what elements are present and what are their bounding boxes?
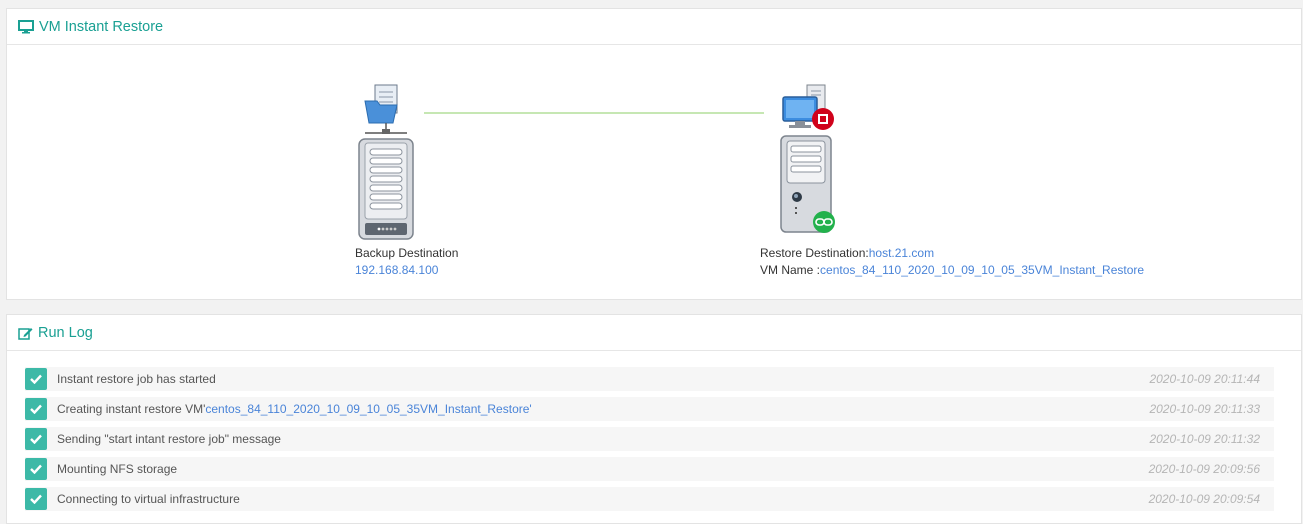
log-list: Instant restore job has started 2020-10-… bbox=[7, 351, 1301, 511]
edit-icon bbox=[18, 327, 33, 340]
log-entry: Mounting NFS storage 2020-10-09 20:09:56 bbox=[25, 457, 1274, 481]
check-icon bbox=[25, 428, 47, 450]
check-icon bbox=[25, 368, 47, 390]
log-message: Sending "start intant restore job" messa… bbox=[57, 432, 281, 446]
log-message: Instant restore job has started bbox=[57, 372, 216, 386]
log-entry: Connecting to virtual infrastructure 202… bbox=[25, 487, 1274, 511]
connection-line bbox=[424, 112, 764, 114]
check-icon bbox=[25, 398, 47, 420]
vm-name-link[interactable]: centos_84_110_2020_10_09_10_05_35VM_Inst… bbox=[205, 402, 529, 416]
log-timestamp: 2020-10-09 20:09:56 bbox=[1148, 462, 1260, 476]
log-message: Mounting NFS storage bbox=[57, 462, 178, 476]
check-icon bbox=[25, 488, 47, 510]
monitor-icon bbox=[18, 19, 34, 33]
backup-destination-ip[interactable]: 192.168.84.100 bbox=[355, 262, 458, 279]
log-entry: Instant restore job has started 2020-10-… bbox=[25, 367, 1274, 391]
run-log-heading: Run Log bbox=[7, 315, 1301, 351]
backup-destination-info: Backup Destination 192.168.84.100 bbox=[355, 245, 458, 279]
page-title: VM Instant Restore bbox=[39, 18, 164, 35]
log-message: Connecting to virtual infrastructure bbox=[57, 492, 240, 506]
backup-destination-label: Backup Destination bbox=[355, 246, 459, 260]
restore-server-icon bbox=[780, 84, 835, 233]
restore-destination-host[interactable]: host.21.com bbox=[869, 246, 934, 260]
run-log-panel: Run Log Instant restore job has started … bbox=[6, 314, 1302, 524]
log-entry: Sending "start intant restore job" messa… bbox=[25, 427, 1274, 451]
log-timestamp: 2020-10-09 20:11:32 bbox=[1149, 432, 1260, 446]
vm-name-label: VM Name : bbox=[760, 263, 821, 277]
restore-destination-label: Restore Destination: bbox=[760, 246, 869, 260]
log-timestamp: 2020-10-09 20:09:54 bbox=[1148, 492, 1260, 506]
run-log-title: Run Log bbox=[38, 324, 93, 341]
backup-server-icon bbox=[358, 84, 414, 240]
log-timestamp: 2020-10-09 20:11:44 bbox=[1149, 372, 1260, 386]
vm-instant-restore-panel: VM Instant Restore Backup Destination 19… bbox=[6, 8, 1302, 300]
log-message: Creating instant restore VM'centos_84_11… bbox=[57, 402, 532, 416]
panel-heading: VM Instant Restore bbox=[7, 9, 1301, 45]
check-icon bbox=[25, 458, 47, 480]
restore-diagram: Backup Destination 192.168.84.100 Restor… bbox=[7, 45, 1301, 299]
vm-name-value[interactable]: centos_84_110_2020_10_09_10_05_35VM_Inst… bbox=[820, 263, 1144, 277]
restore-destination-info: Restore Destination:host.21.com VM Name … bbox=[760, 245, 1144, 279]
log-timestamp: 2020-10-09 20:11:33 bbox=[1149, 402, 1260, 416]
log-entry: Creating instant restore VM'centos_84_11… bbox=[25, 397, 1274, 421]
